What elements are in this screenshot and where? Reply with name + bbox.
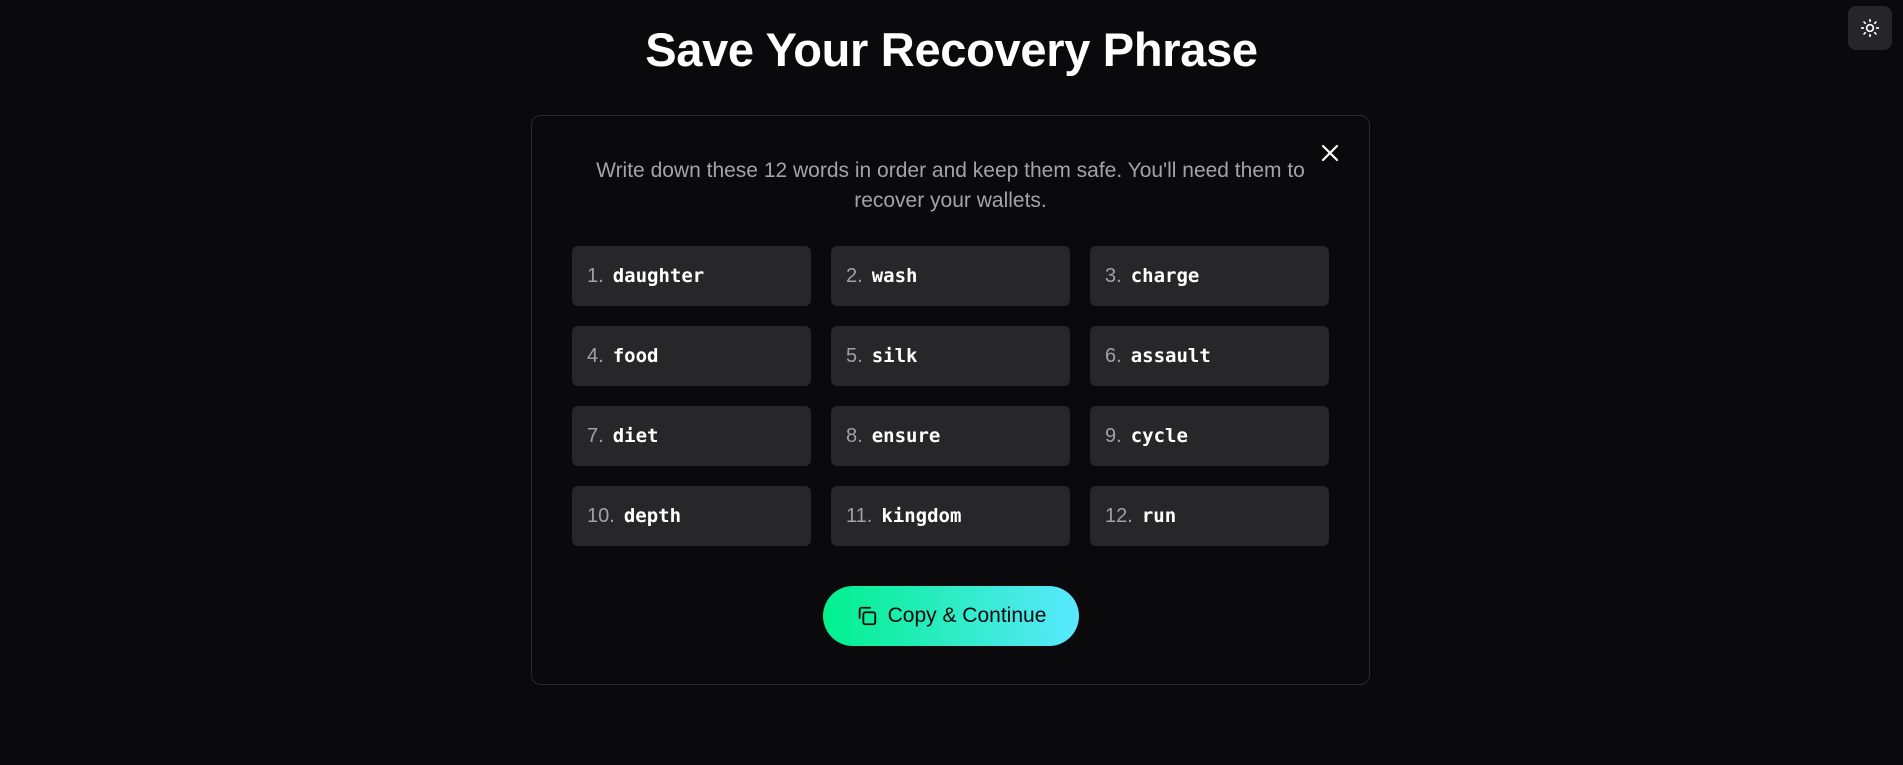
- word-text: depth: [623, 505, 682, 527]
- recovery-phrase-page: Save Your Recovery Phrase Write down the…: [0, 0, 1903, 765]
- recovery-word-9[interactable]: 9. cycle: [1090, 406, 1329, 466]
- word-text: food: [612, 345, 659, 367]
- word-text: daughter: [612, 265, 705, 287]
- recovery-word-2[interactable]: 2. wash: [831, 246, 1070, 306]
- word-number: 10.: [587, 504, 615, 527]
- word-number: 12.: [1105, 504, 1133, 527]
- word-text: ensure: [871, 425, 941, 447]
- recovery-word-3[interactable]: 3. charge: [1090, 246, 1329, 306]
- word-number: 2.: [846, 264, 863, 287]
- word-number: 4.: [587, 344, 604, 367]
- word-text: kingdom: [881, 505, 962, 527]
- recovery-word-6[interactable]: 6. assault: [1090, 326, 1329, 386]
- word-number: 6.: [1105, 344, 1122, 367]
- word-number: 3.: [1105, 264, 1122, 287]
- word-text: run: [1141, 505, 1177, 527]
- recovery-word-7[interactable]: 7. diet: [572, 406, 811, 466]
- recovery-word-11[interactable]: 11. kingdom: [831, 486, 1070, 546]
- copy-icon: [858, 606, 876, 626]
- word-number: 7.: [587, 424, 604, 447]
- word-number: 11.: [846, 504, 873, 527]
- recovery-word-12[interactable]: 12. run: [1090, 486, 1329, 546]
- recovery-word-8[interactable]: 8. ensure: [831, 406, 1070, 466]
- recovery-word-1[interactable]: 1. daughter: [572, 246, 811, 306]
- word-text: wash: [871, 265, 918, 287]
- recovery-word-5[interactable]: 5. silk: [831, 326, 1070, 386]
- word-number: 1.: [587, 264, 604, 287]
- word-number: 5.: [846, 344, 863, 367]
- word-text: cycle: [1130, 425, 1188, 447]
- recovery-word-grid: 1. daughter 2. wash 3. charge 4. food 5.…: [572, 246, 1329, 546]
- word-number: 8.: [846, 424, 863, 447]
- page-title: Save Your Recovery Phrase: [645, 23, 1258, 76]
- word-text: assault: [1130, 345, 1211, 367]
- copy-continue-button[interactable]: Copy & Continue: [823, 586, 1079, 646]
- recovery-phrase-dialog: Write down these 12 words in order and k…: [531, 115, 1370, 685]
- word-text: diet: [612, 425, 659, 447]
- word-text: silk: [871, 345, 918, 367]
- word-text: charge: [1130, 265, 1200, 287]
- word-number: 9.: [1105, 424, 1122, 447]
- copy-continue-label: Copy & Continue: [887, 604, 1047, 627]
- recovery-word-4[interactable]: 4. food: [572, 326, 811, 386]
- recovery-word-10[interactable]: 10. depth: [572, 486, 811, 546]
- instructions-text: Write down these 12 words in order and k…: [596, 159, 1305, 212]
